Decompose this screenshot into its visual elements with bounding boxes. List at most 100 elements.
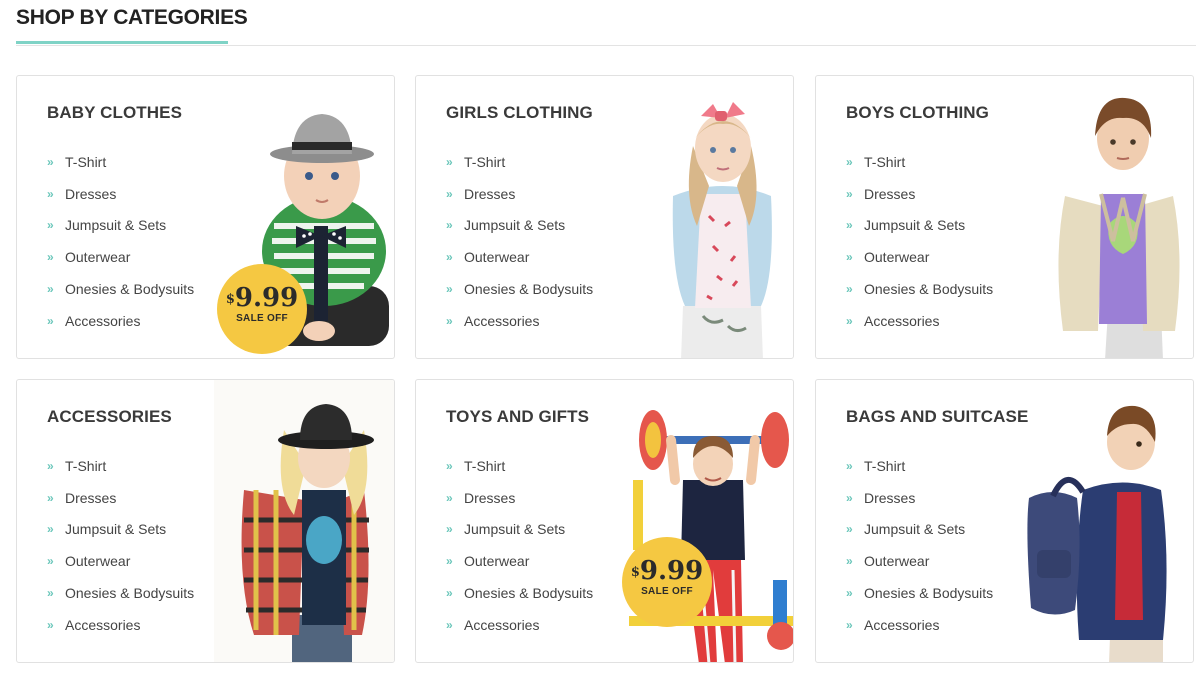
section-title: SHOP BY CATEGORIES <box>16 6 248 29</box>
category-link[interactable]: » Jumpsuit & Sets <box>47 210 194 242</box>
category-link[interactable]: » Accessories <box>446 609 593 641</box>
double-chevron-right-icon: » <box>47 186 54 201</box>
category-link[interactable]: » Onesies & Bodysuits <box>446 273 593 305</box>
double-chevron-right-icon: » <box>846 586 853 601</box>
card-title[interactable]: TOYS AND GIFTS <box>446 407 589 427</box>
girl-photo[interactable] <box>613 76 793 359</box>
double-chevron-right-icon: » <box>446 490 453 505</box>
double-chevron-right-icon: » <box>47 458 54 473</box>
double-chevron-right-icon: » <box>446 586 453 601</box>
category-link[interactable]: » Accessories <box>446 305 593 337</box>
category-link[interactable]: » T-Shirt <box>846 450 993 482</box>
double-chevron-right-icon: » <box>446 218 453 233</box>
category-link[interactable]: » Outerwear <box>47 241 194 273</box>
category-link[interactable]: » Onesies & Bodysuits <box>446 577 593 609</box>
double-chevron-right-icon: » <box>846 218 853 233</box>
badge-price: $9.99 <box>630 556 704 586</box>
category-link[interactable]: » Jumpsuit & Sets <box>846 210 993 242</box>
double-chevron-right-icon: » <box>846 250 853 265</box>
category-link[interactable]: » Outerwear <box>846 545 993 577</box>
double-chevron-right-icon: » <box>446 522 453 537</box>
double-chevron-right-icon: » <box>47 250 54 265</box>
double-chevron-right-icon: » <box>846 458 853 473</box>
category-card-accessories: ACCESSORIES » T-Shirt » Dresses » Jumpsuit … <box>16 379 395 663</box>
double-chevron-right-icon: » <box>47 617 54 632</box>
category-link[interactable]: » Outerwear <box>446 545 593 577</box>
double-chevron-right-icon: » <box>446 617 453 632</box>
card-title[interactable]: BABY CLOTHES <box>47 103 182 123</box>
category-link[interactable]: » T-Shirt <box>47 450 194 482</box>
card-title[interactable]: BOYS CLOTHING <box>846 103 989 123</box>
accessories-photo[interactable] <box>214 380 394 663</box>
badge-price: $9.99 <box>225 283 299 313</box>
double-chevron-right-icon: » <box>846 313 853 328</box>
double-chevron-right-icon: » <box>846 490 853 505</box>
section-header: SHOP BY CATEGORIES <box>16 0 1196 46</box>
category-link[interactable]: » Accessories <box>846 609 993 641</box>
category-link[interactable]: » Dresses <box>47 482 194 514</box>
double-chevron-right-icon: » <box>846 154 853 169</box>
double-chevron-right-icon: » <box>47 522 54 537</box>
category-card-girls-clothing: GIRLS CLOTHING » T-Shirt » Dresses » Jumpsu… <box>415 75 794 359</box>
double-chevron-right-icon: » <box>47 586 54 601</box>
category-link[interactable]: » T-Shirt <box>446 450 593 482</box>
category-link[interactable]: » Dresses <box>846 178 993 210</box>
category-link[interactable]: » Dresses <box>446 482 593 514</box>
category-link[interactable]: » Accessories <box>47 609 194 641</box>
bags-photo[interactable] <box>1013 380 1193 663</box>
category-link[interactable]: » Onesies & Bodysuits <box>47 577 194 609</box>
category-link-list: » T-Shirt » Dresses » Jumpsuit & Sets » Oute… <box>446 450 593 641</box>
category-link[interactable]: » T-Shirt <box>47 146 194 178</box>
category-link[interactable]: » T-Shirt <box>846 146 993 178</box>
category-link[interactable]: » Dresses <box>846 482 993 514</box>
sale-badge[interactable]: $9.99 SALE OFF <box>622 537 712 627</box>
category-link[interactable]: » Jumpsuit & Sets <box>446 210 593 242</box>
category-link[interactable]: » Jumpsuit & Sets <box>446 514 593 546</box>
category-link[interactable]: » T-Shirt <box>446 146 593 178</box>
card-title[interactable]: ACCESSORIES <box>47 407 172 427</box>
boy-photo[interactable] <box>1013 76 1193 359</box>
double-chevron-right-icon: » <box>446 154 453 169</box>
category-link[interactable]: » Jumpsuit & Sets <box>47 514 194 546</box>
category-card-bags-and-suitcase: BAGS AND SUITCASE » T-Shirt » Dresses » Jum… <box>815 379 1194 663</box>
toys-photo[interactable] <box>613 380 793 663</box>
double-chevron-right-icon: » <box>446 250 453 265</box>
badge-label: SALE OFF <box>236 313 288 324</box>
double-chevron-right-icon: » <box>846 617 853 632</box>
category-link-list: » T-Shirt » Dresses » Jumpsuit & Sets » Oute… <box>47 146 194 337</box>
double-chevron-right-icon: » <box>846 522 853 537</box>
badge-label: SALE OFF <box>641 586 693 597</box>
category-link[interactable]: » Onesies & Bodysuits <box>846 577 993 609</box>
double-chevron-right-icon: » <box>446 186 453 201</box>
double-chevron-right-icon: » <box>446 554 453 569</box>
category-link-list: » T-Shirt » Dresses » Jumpsuit & Sets » Oute… <box>846 450 993 641</box>
category-link[interactable]: » Dresses <box>446 178 593 210</box>
card-title[interactable]: GIRLS CLOTHING <box>446 103 593 123</box>
category-link[interactable]: » Accessories <box>47 305 194 337</box>
category-link-list: » T-Shirt » Dresses » Jumpsuit & Sets » Oute… <box>846 146 993 337</box>
category-link[interactable]: » Accessories <box>846 305 993 337</box>
double-chevron-right-icon: » <box>446 313 453 328</box>
double-chevron-right-icon: » <box>47 490 54 505</box>
double-chevron-right-icon: » <box>446 458 453 473</box>
category-link[interactable]: » Dresses <box>47 178 194 210</box>
category-link[interactable]: » Outerwear <box>47 545 194 577</box>
category-link[interactable]: » Outerwear <box>846 241 993 273</box>
category-link-list: » T-Shirt » Dresses » Jumpsuit & Sets » Oute… <box>446 146 593 337</box>
double-chevron-right-icon: » <box>47 313 54 328</box>
category-link[interactable]: » Outerwear <box>446 241 593 273</box>
double-chevron-right-icon: » <box>47 282 54 297</box>
category-link[interactable]: » Onesies & Bodysuits <box>47 273 194 305</box>
sale-badge[interactable]: $9.99 SALE OFF <box>217 264 307 354</box>
double-chevron-right-icon: » <box>446 282 453 297</box>
double-chevron-right-icon: » <box>846 186 853 201</box>
category-card-boys-clothing: BOYS CLOTHING » T-Shirt » Dresses » Jumpsui… <box>815 75 1194 359</box>
category-link-list: » T-Shirt » Dresses » Jumpsuit & Sets » Oute… <box>47 450 194 641</box>
title-underline <box>16 41 228 44</box>
double-chevron-right-icon: » <box>846 554 853 569</box>
category-link[interactable]: » Onesies & Bodysuits <box>846 273 993 305</box>
card-title[interactable]: BAGS AND SUITCASE <box>846 407 1028 427</box>
category-link[interactable]: » Jumpsuit & Sets <box>846 514 993 546</box>
double-chevron-right-icon: » <box>846 282 853 297</box>
category-card-toys-and-gifts: TOYS AND GIFTS » T-Shirt » Dresses » Jumpsu… <box>415 379 794 663</box>
